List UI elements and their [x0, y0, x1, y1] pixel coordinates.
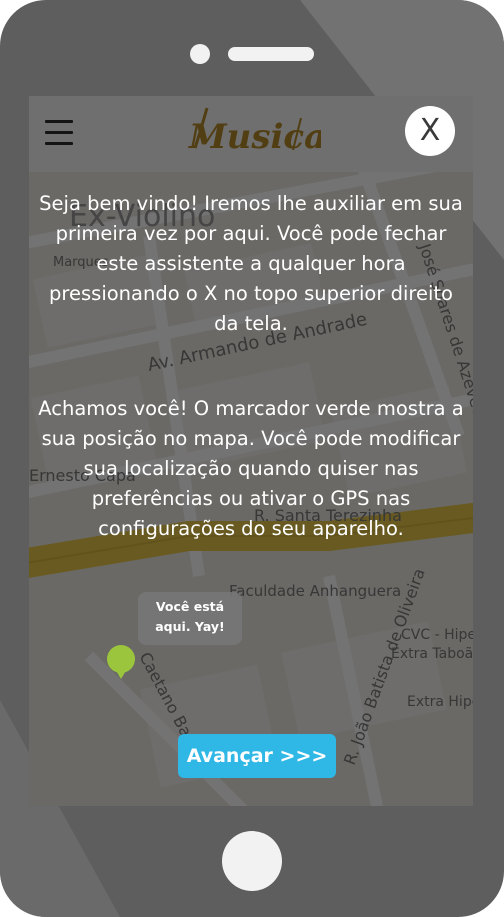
- assistant-gps-text: Achamos você! O marcador verde mostra a …: [38, 397, 464, 540]
- assistant-intro-text: Seja bem vindo! Iremos lhe auxiliar em s…: [39, 192, 463, 335]
- location-pin-icon[interactable]: [105, 645, 137, 683]
- home-button[interactable]: [222, 831, 282, 891]
- location-tooltip: Você está aqui. Yay!: [138, 592, 242, 645]
- phone-screen: Ex-Violino Marques Av. Armando de Andrad…: [29, 96, 473, 806]
- front-camera: [190, 44, 210, 64]
- next-button[interactable]: Avançar >>>: [178, 734, 336, 778]
- close-assistant-button[interactable]: X: [405, 106, 455, 156]
- earpiece-speaker: [228, 47, 314, 61]
- phone-frame: Ex-Violino Marques Av. Armando de Andrad…: [0, 0, 504, 917]
